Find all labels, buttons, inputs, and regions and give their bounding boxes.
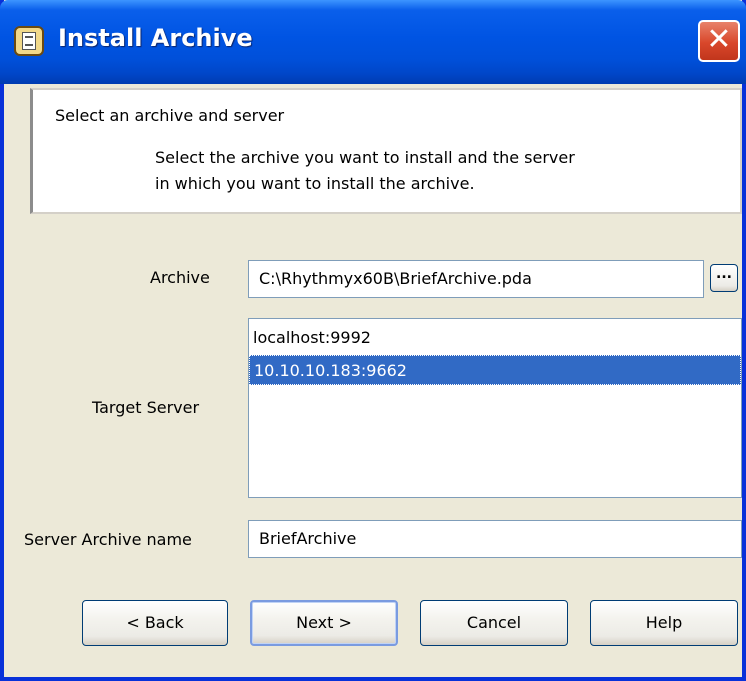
title-bar[interactable]: Install Archive ✕ — [0, 0, 746, 84]
server-archive-name-label: Server Archive name — [24, 530, 192, 549]
next-button[interactable]: Next > — [250, 600, 398, 646]
close-icon: ✕ — [706, 22, 732, 57]
install-archive-dialog: Install Archive ✕ Select an archive and … — [0, 0, 746, 681]
cancel-button[interactable]: Cancel — [420, 600, 568, 646]
archive-icon — [14, 26, 44, 56]
target-server-list[interactable]: localhost:9992 10.10.10.183:9662 — [248, 318, 742, 498]
back-button[interactable]: < Back — [82, 600, 228, 646]
close-button[interactable]: ✕ — [698, 20, 740, 62]
window-title: Install Archive — [58, 24, 253, 52]
archive-path-field[interactable]: C:\Rhythmyx60B\BriefArchive.pda — [248, 260, 704, 298]
target-server-label: Target Server — [92, 398, 200, 417]
list-item-selected[interactable]: 10.10.10.183:9662 — [249, 355, 741, 385]
server-archive-name-field[interactable]: BriefArchive — [248, 520, 742, 558]
header-panel: Select an archive and server Select the … — [30, 88, 742, 214]
header-description-line-1: Select the archive you want to install a… — [155, 148, 575, 167]
archive-label: Archive — [150, 268, 210, 287]
header-title: Select an archive and server — [55, 106, 285, 125]
list-item[interactable]: localhost:9992 — [249, 323, 741, 353]
help-button[interactable]: Help — [590, 600, 738, 646]
browse-button[interactable]: ... — [710, 264, 738, 292]
header-description: Select the archive you want to install a… — [155, 145, 575, 197]
header-description-line-2: in which you want to install the archive… — [155, 174, 475, 193]
